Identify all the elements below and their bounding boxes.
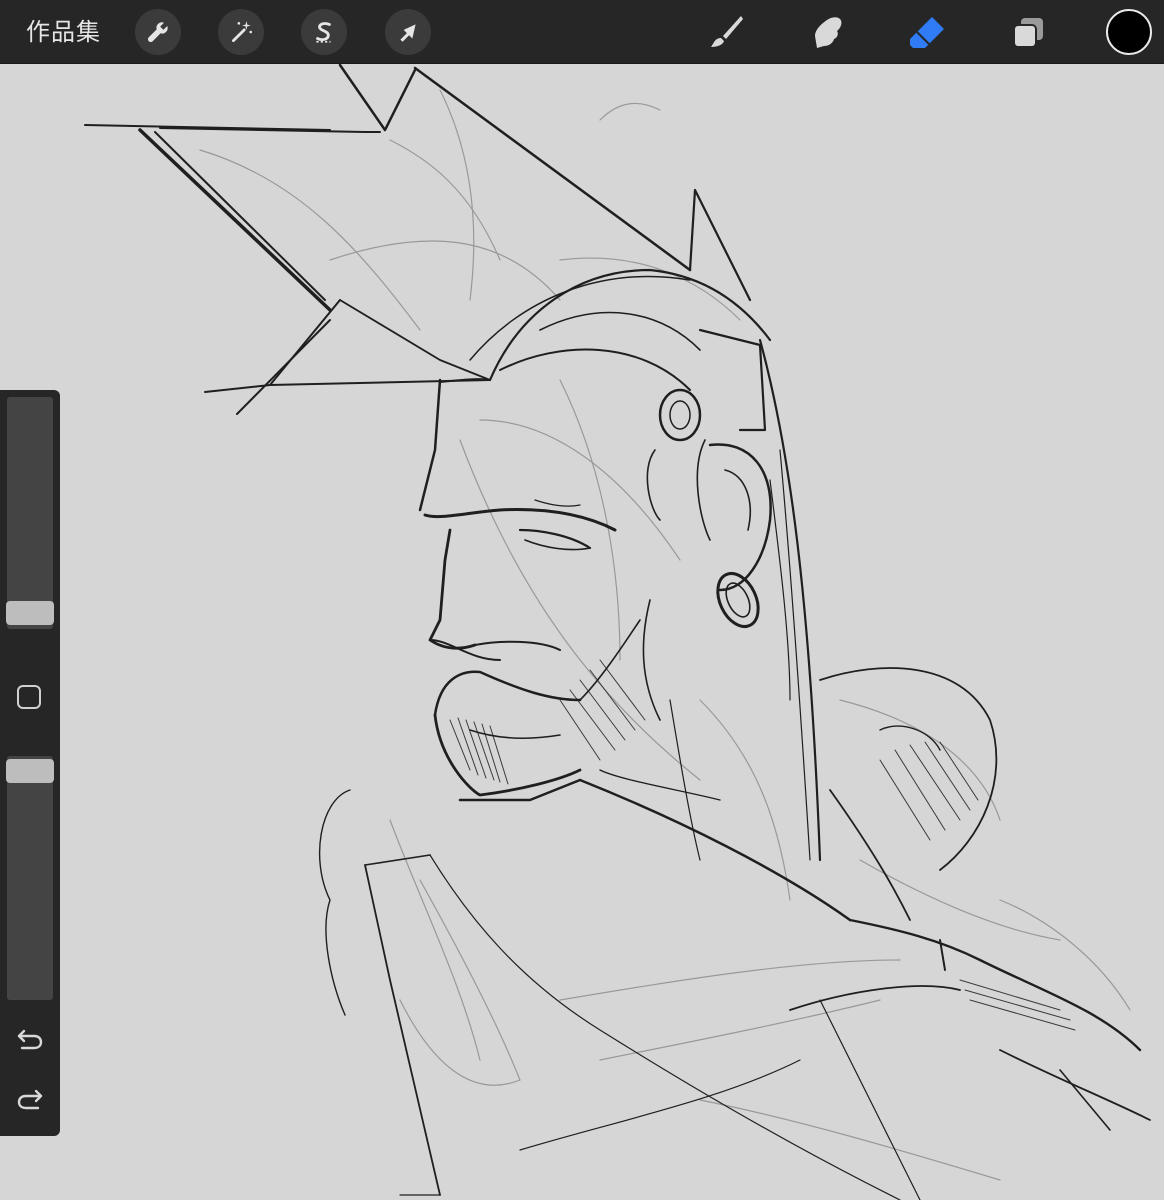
brush-size-slider-thumb[interactable] bbox=[6, 601, 54, 625]
magic-wand-icon bbox=[232, 21, 253, 43]
layers-button[interactable] bbox=[1006, 10, 1050, 54]
undo-icon[interactable] bbox=[14, 1023, 46, 1055]
smudge-tool-button[interactable] bbox=[805, 10, 849, 54]
sketch-artwork bbox=[84, 64, 1151, 1200]
arrow-cursor-icon bbox=[400, 24, 416, 42]
brush-icon bbox=[711, 16, 743, 47]
gallery-button[interactable]: 作品集 bbox=[26, 14, 101, 50]
selection-s-icon bbox=[316, 22, 331, 43]
drawing-canvas[interactable] bbox=[0, 64, 1164, 1200]
modify-button[interactable] bbox=[17, 685, 41, 709]
opacity-slider[interactable] bbox=[7, 756, 53, 1000]
transform-arrow-button[interactable] bbox=[385, 9, 431, 55]
layers-icon bbox=[1013, 18, 1043, 48]
adjustments-wand-button[interactable] bbox=[218, 9, 264, 55]
redo-icon[interactable] bbox=[14, 1083, 46, 1115]
color-picker-swatch[interactable] bbox=[1106, 9, 1152, 55]
top-toolbar: 作品集 bbox=[0, 0, 1164, 64]
left-sidebar bbox=[0, 390, 60, 1136]
brush-tool-button[interactable] bbox=[704, 10, 748, 54]
opacity-slider-thumb[interactable] bbox=[6, 759, 54, 783]
wrench-icon bbox=[147, 22, 168, 43]
smudge-finger-icon bbox=[815, 17, 842, 48]
eraser-icon bbox=[910, 17, 944, 48]
eraser-tool-button[interactable] bbox=[905, 10, 949, 54]
brush-size-slider[interactable] bbox=[7, 397, 53, 629]
selection-button[interactable] bbox=[301, 9, 347, 55]
actions-wrench-button[interactable] bbox=[135, 9, 181, 55]
